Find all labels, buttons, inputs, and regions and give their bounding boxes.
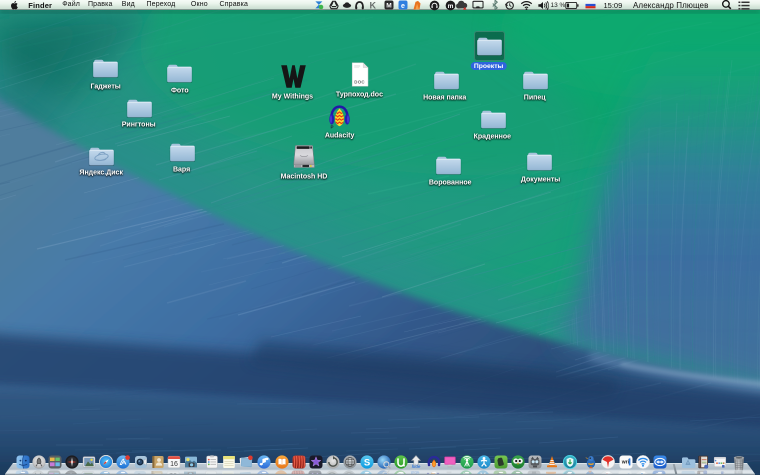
svg-text:16: 16	[170, 461, 178, 468]
svg-text:wri: wri	[620, 473, 629, 474]
svg-text:wri: wri	[621, 459, 630, 465]
svg-text:hide: hide	[412, 464, 421, 469]
svg-text:hide: hide	[411, 470, 420, 474]
svg-text:DOC: DOC	[354, 79, 365, 84]
svg-text:P: P	[330, 124, 333, 129]
svg-text:S: S	[364, 457, 370, 468]
svg-text:16: 16	[169, 470, 177, 474]
svg-text:M: M	[386, 3, 392, 10]
svg-text:e: e	[401, 3, 405, 10]
svg-text:m: m	[447, 2, 453, 9]
